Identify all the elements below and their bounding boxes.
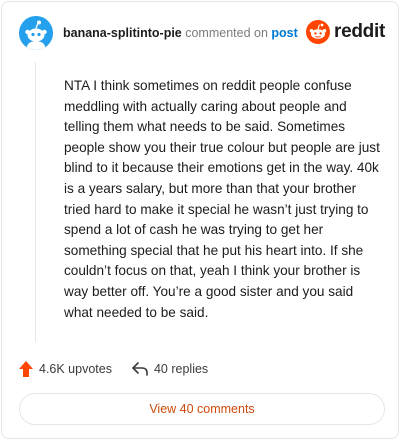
comment-meta: banana-splitinto-pie commented on post (63, 26, 298, 40)
thread-line (35, 62, 36, 342)
comment-card: banana-splitinto-pie commented on post r… (1, 1, 399, 439)
reply-arrow-icon (132, 362, 148, 376)
comment-actions: 4.6K upvotes 40 replies (19, 360, 208, 378)
view-comments-button[interactable]: View 40 comments (19, 393, 385, 425)
upvote-count: 4.6K upvotes (39, 362, 112, 376)
replies-button[interactable]: 40 replies (132, 362, 208, 376)
reddit-wordmark: reddit (334, 21, 385, 42)
reddit-logo[interactable]: reddit (306, 18, 385, 46)
username-link[interactable]: banana-splitinto-pie (63, 26, 182, 40)
upvote-button[interactable]: 4.6K upvotes (19, 361, 112, 377)
upvote-arrow-icon (19, 361, 33, 377)
comment-header: banana-splitinto-pie commented on post r… (19, 16, 385, 50)
comment-body: NTA I think sometimes on reddit people c… (64, 78, 380, 320)
reply-count: 40 replies (153, 362, 209, 376)
snoo-avatar-icon[interactable] (19, 16, 53, 50)
reddit-logo-icon (306, 20, 331, 44)
commented-on-text: commented on (185, 26, 268, 40)
post-link[interactable]: post (271, 26, 297, 40)
